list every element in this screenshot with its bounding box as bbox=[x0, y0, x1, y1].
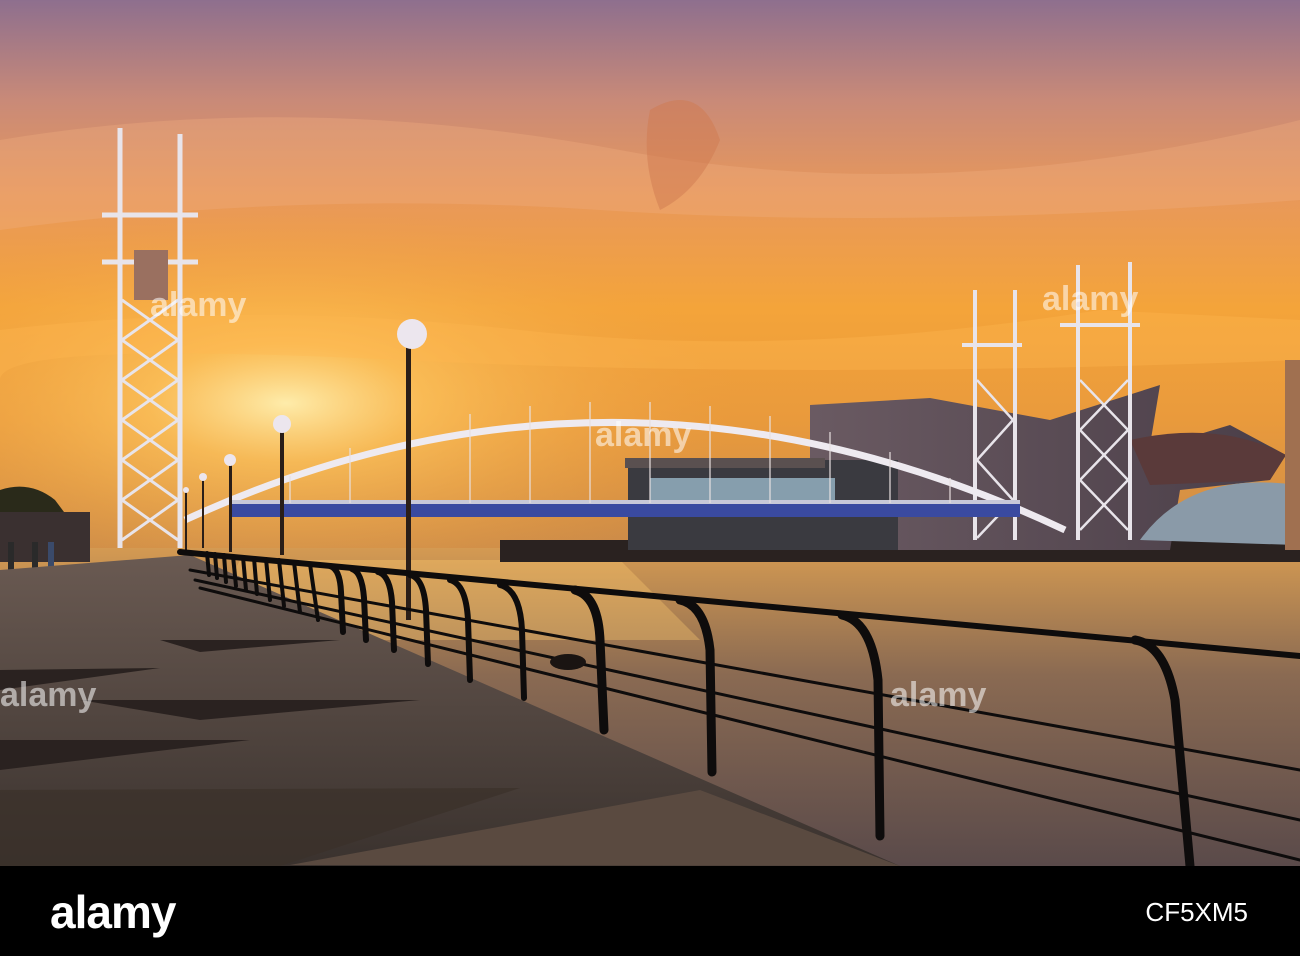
watermark-text: alamy bbox=[150, 286, 246, 324]
watermark-text: alamy bbox=[0, 676, 96, 714]
footer-bar bbox=[0, 866, 1300, 956]
watermark-text: alamy bbox=[1042, 280, 1138, 318]
image-id-label: CF5XM5 bbox=[1145, 897, 1248, 927]
watermark-text: alamy bbox=[890, 676, 986, 714]
photo: alamy alamy alamy alamy alamy bbox=[0, 0, 1300, 866]
watermark-text: alamy bbox=[595, 416, 691, 454]
brand-logo[interactable]: alamy bbox=[50, 884, 176, 940]
